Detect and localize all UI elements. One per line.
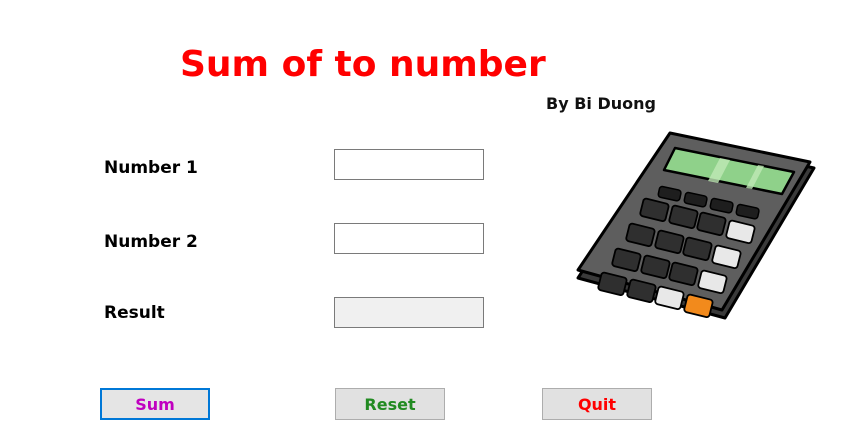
reset-button-label: Reset bbox=[364, 394, 416, 414]
sum-button-label: Sum bbox=[135, 394, 175, 414]
number2-label: Number 2 bbox=[104, 232, 198, 252]
sum-button[interactable]: Sum bbox=[100, 388, 210, 420]
result-label: Result bbox=[104, 303, 165, 323]
number2-input[interactable] bbox=[334, 223, 484, 254]
number1-input[interactable] bbox=[334, 149, 484, 180]
calculator-icon bbox=[570, 128, 820, 328]
reset-button[interactable]: Reset bbox=[335, 388, 445, 420]
quit-button[interactable]: Quit bbox=[542, 388, 652, 420]
result-field bbox=[334, 297, 484, 328]
app-title: Sum of to number bbox=[180, 44, 546, 85]
author-credit: By Bi Duong bbox=[546, 94, 656, 113]
number1-label: Number 1 bbox=[104, 158, 198, 178]
quit-button-label: Quit bbox=[577, 394, 617, 414]
